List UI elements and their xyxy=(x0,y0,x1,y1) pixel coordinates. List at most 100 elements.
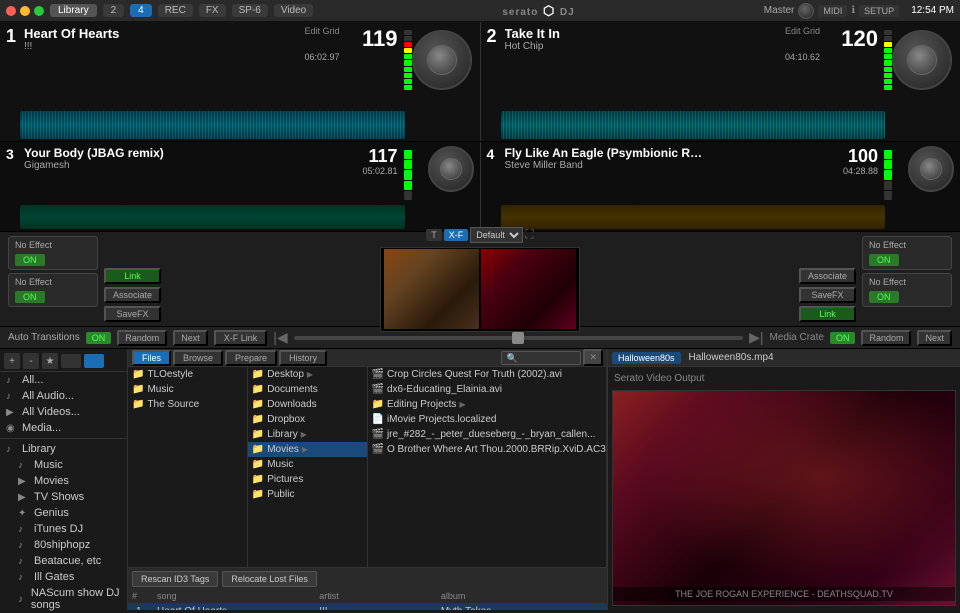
rec-button[interactable]: REC xyxy=(158,4,193,17)
relocate-button[interactable]: Relocate Lost Files xyxy=(222,571,317,587)
fx-on-btn-r1[interactable]: ON xyxy=(869,254,899,266)
lib-item-nascum[interactable]: ♪ NAScum show DJ songs xyxy=(0,585,127,613)
file-item-public[interactable]: 📁 Public xyxy=(248,487,367,502)
default-select[interactable]: Default xyxy=(470,227,523,243)
tab-2[interactable]: 2 xyxy=(103,4,125,17)
cf-right-icon[interactable]: ▶| xyxy=(749,329,763,346)
xf-link-button[interactable]: X-F Link xyxy=(214,330,268,346)
xf-button[interactable]: X-F xyxy=(444,229,469,241)
media-crate-on[interactable]: ON xyxy=(830,332,856,344)
savefx-button-left[interactable]: SaveFX xyxy=(104,306,161,322)
lib-item-movies[interactable]: ▶ Movies xyxy=(0,473,127,489)
minimize-window-btn[interactable] xyxy=(20,6,30,16)
setup-button[interactable]: SETUP xyxy=(859,5,899,17)
t-button[interactable]: T xyxy=(426,229,442,241)
lib-item-all[interactable]: ♪ All... xyxy=(0,372,127,388)
list-view-btn[interactable] xyxy=(61,354,81,368)
lib-item-media[interactable]: ◉ Media... xyxy=(0,420,127,436)
associate-button-right[interactable]: Associate xyxy=(799,268,856,284)
file-item-pictures[interactable]: 📁 Pictures xyxy=(248,472,367,487)
deck2-edit-grid[interactable]: Edit Grid xyxy=(785,26,820,36)
random-button-left[interactable]: Random xyxy=(117,330,167,346)
tab-4[interactable]: 4 xyxy=(130,4,152,17)
lib-item-genius[interactable]: ✦ Genius xyxy=(0,505,127,521)
file-item-desktop[interactable]: 📁 Desktop xyxy=(248,367,367,382)
prepare-tab[interactable]: Prepare xyxy=(225,350,277,366)
media-crate-label: Media Crate xyxy=(769,332,823,343)
minus-icon[interactable]: - xyxy=(23,353,39,369)
next-button-right[interactable]: Next xyxy=(917,330,952,346)
file-item-movies-col2[interactable]: 📁 Movies xyxy=(248,442,367,457)
lib-item-videos[interactable]: ▶ All Videos... xyxy=(0,404,127,420)
deck2-jogwheel[interactable] xyxy=(892,30,956,94)
files-tab[interactable]: Files xyxy=(132,350,171,366)
deck3-time: 05:02.81 xyxy=(362,166,397,176)
file-item-downloads[interactable]: 📁 Downloads xyxy=(248,397,367,412)
browse-tab[interactable]: Browse xyxy=(173,350,223,366)
sp6-button[interactable]: SP-6 xyxy=(232,4,268,17)
random-button-right[interactable]: Random xyxy=(861,330,911,346)
next-button-left[interactable]: Next xyxy=(173,330,208,346)
search-input[interactable] xyxy=(501,351,581,365)
folder-icon-dropbox: 📁 xyxy=(252,414,264,425)
file-item-editing[interactable]: 📁 Editing Projects xyxy=(368,397,607,412)
file-item-crop[interactable]: 🎬 Crop Circles Quest For Truth (2002).av… xyxy=(368,367,607,382)
grid-view-btn[interactable] xyxy=(84,354,104,368)
file-item-imovie[interactable]: 📄 iMovie Projects.localized xyxy=(368,412,607,427)
file-item-source[interactable]: 📁 The Source xyxy=(128,397,247,412)
crossfader[interactable] xyxy=(294,336,743,340)
folder-icon-music2: 📁 xyxy=(252,459,264,470)
deck2-waveform xyxy=(501,111,886,139)
auto-transitions-on[interactable]: ON xyxy=(86,332,112,344)
file-item-music-col2[interactable]: 📁 Music xyxy=(248,457,367,472)
beatacue-icon: ♪ xyxy=(18,556,30,567)
add-icon[interactable]: + xyxy=(4,353,20,369)
library-tab[interactable]: Library xyxy=(50,4,97,17)
file-item-music-col1[interactable]: 📁 Music xyxy=(128,382,247,397)
cf-left-icon[interactable]: |◀ xyxy=(273,329,287,346)
fx-on-btn-2[interactable]: ON xyxy=(15,291,45,303)
halloween-folder[interactable]: Halloween80s xyxy=(612,352,681,364)
crossfader-handle[interactable] xyxy=(512,332,524,344)
rescan-button[interactable]: Rescan ID3 Tags xyxy=(132,571,218,587)
lib-item-music[interactable]: ♪ Music xyxy=(0,457,127,473)
lib-item-ill-gates[interactable]: ♪ Ill Gates xyxy=(0,569,127,585)
deck4-jogwheel[interactable] xyxy=(908,146,956,194)
lib-item-beatacue[interactable]: ♪ Beatacue, etc xyxy=(0,553,127,569)
savefx-button-right[interactable]: SaveFX xyxy=(799,287,856,303)
file-item-documents[interactable]: 📁 Documents xyxy=(248,382,367,397)
file-item-jre[interactable]: 🎬 jre_#282_-_peter_dueseberg_-_bryan_cal… xyxy=(368,427,607,442)
fx-button[interactable]: FX xyxy=(199,4,226,17)
link-button-right[interactable]: Link xyxy=(799,306,856,322)
video-button[interactable]: Video xyxy=(274,4,313,17)
file-item-tloestyle[interactable]: 📁 TLOestyle xyxy=(128,367,247,382)
lib-item-library[interactable]: ♪ Library xyxy=(0,441,127,457)
fx-on-btn-1[interactable]: ON xyxy=(15,254,45,266)
lib-item-audio[interactable]: ♪ All Audio... xyxy=(0,388,127,404)
link-button-left[interactable]: Link xyxy=(104,268,161,284)
deck1-number: 1 xyxy=(6,26,16,47)
80s-icon: ♪ xyxy=(18,540,30,551)
close-window-btn[interactable] xyxy=(6,6,16,16)
deck1-edit-grid[interactable]: Edit Grid xyxy=(304,26,339,36)
lib-item-80shiphopz[interactable]: ♪ 80shiphopz xyxy=(0,537,127,553)
file-item-dx6[interactable]: 🎬 dx6-Educating_Elainia.avi xyxy=(368,382,607,397)
history-tab[interactable]: History xyxy=(279,350,327,366)
fx-unit-left: No Effect ON No Effect ON xyxy=(8,236,98,307)
lib-item-itunes-dj[interactable]: ♪ iTunes DJ xyxy=(0,521,127,537)
maximize-window-btn[interactable] xyxy=(34,6,44,16)
expand-icon[interactable]: ⛶ xyxy=(525,227,533,242)
close-button[interactable]: ✕ xyxy=(583,349,603,366)
fx-on-btn-r2[interactable]: ON xyxy=(869,291,899,303)
midi-button[interactable]: MIDI xyxy=(818,5,847,17)
star-icon[interactable]: ★ xyxy=(42,353,58,369)
file-item-library-col2[interactable]: 📁 Library xyxy=(248,427,367,442)
deck3-jogwheel[interactable] xyxy=(428,146,476,194)
file-item-obrother[interactable]: 🎬 O Brother Where Art Thou.2000.BRRip.Xv… xyxy=(368,442,607,457)
deck1-jogwheel[interactable] xyxy=(412,30,476,94)
song-row[interactable]: 1 Heart Of Hearts !!! Myth Takes xyxy=(128,604,607,610)
master-knob[interactable] xyxy=(798,3,814,19)
lib-item-tv-shows[interactable]: ▶ TV Shows xyxy=(0,489,127,505)
associate-button-left[interactable]: Associate xyxy=(104,287,161,303)
file-item-dropbox[interactable]: 📁 Dropbox xyxy=(248,412,367,427)
